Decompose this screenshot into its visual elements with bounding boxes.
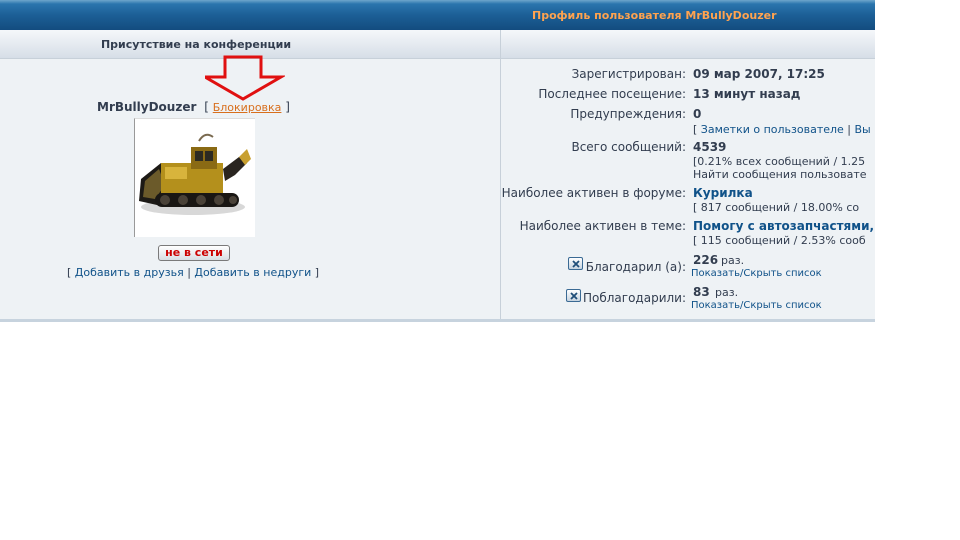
warnings-value: 0 — [693, 107, 702, 121]
right-subheader — [501, 30, 875, 59]
more-link[interactable]: Вы — [855, 123, 871, 136]
thanked-by-toggle-link[interactable]: Показать/Скрыть список — [691, 300, 822, 311]
warnings-label: Предупреждения: — [570, 107, 686, 121]
add-friend-link[interactable]: Добавить в друзья — [75, 266, 184, 279]
active-forum-detail: [ 817 сообщений / 18.00% со — [693, 201, 860, 214]
find-posts-link[interactable]: Найти сообщения пользовате — [693, 168, 867, 181]
active-topic-detail: [ 115 сообщений / 2.53% сооб — [693, 234, 866, 247]
bracket-close: ] — [314, 266, 320, 279]
presence-section-title: Присутствие на конференции — [100, 38, 292, 51]
total-posts-detail: [0.21% всех сообщений / 1.25 — [693, 155, 866, 168]
profile-title: Профиль пользователя MrBullyDouzer — [532, 9, 777, 22]
user-notes-link[interactable]: Заметки о пользователе — [701, 123, 844, 136]
thanked-by-unit: раз. — [715, 286, 739, 299]
bracket-close: ] — [285, 100, 290, 114]
thanked-count: 226 — [693, 253, 719, 267]
notes-line: [ Заметки о пользователе | Вы — [693, 123, 871, 136]
avatar — [134, 118, 255, 237]
thanked-toggle-link[interactable]: Показать/Скрыть список — [691, 268, 822, 279]
red-arrow-annotation — [205, 55, 285, 101]
profile-panel: Профиль пользователя MrBullyDouzer Прису… — [0, 0, 875, 322]
bulldozer-avatar-image — [139, 133, 251, 215]
registered-value: 09 мар 2007, 17:25 — [693, 67, 825, 81]
active-forum-link[interactable]: Курилка — [693, 186, 753, 200]
bracket-open: [ — [693, 123, 698, 136]
add-foe-link[interactable]: Добавить в недруги — [194, 266, 311, 279]
bracket-open: [ — [204, 100, 209, 114]
thanked-by-count: 83 — [693, 285, 710, 299]
close-x-icon — [570, 292, 578, 300]
column-divider — [500, 30, 501, 320]
username: MrBullyDouzer — [97, 100, 197, 114]
username-line: MrBullyDouzer [ Блокировка ] — [97, 100, 290, 114]
offline-status-button[interactable]: не в сети — [158, 245, 230, 261]
thanked-label: Благодарил (а): — [585, 260, 686, 274]
total-posts-value: 4539 — [693, 140, 727, 154]
last-visit-label: Последнее посещение: — [538, 87, 686, 101]
registered-label: Зарегистрирован: — [571, 67, 686, 81]
thanked-by-label: Поблагодарили: — [582, 291, 686, 305]
thanked-unit: раз. — [721, 254, 745, 267]
profile-header: Профиль пользователя MrBullyDouzer — [0, 0, 875, 30]
close-x-icon — [572, 260, 580, 268]
active-topic-label: Наиболее активен в теме: — [519, 219, 686, 233]
separator: | — [187, 266, 191, 279]
active-forum-label: Наиболее активен в форуме: — [501, 186, 686, 200]
friend-actions: [ Добавить в друзья | Добавить в недруги… — [67, 266, 319, 279]
separator: | — [847, 123, 852, 136]
thanked-by-icon[interactable] — [566, 289, 581, 302]
block-link[interactable]: Блокировка — [213, 101, 282, 114]
last-visit-value: 13 минут назад — [693, 87, 801, 101]
active-topic-link[interactable]: Помогу с автозапчастями, — [693, 219, 874, 233]
total-posts-label: Всего сообщений: — [571, 140, 686, 154]
bottom-border — [0, 319, 875, 322]
thanks-icon[interactable] — [568, 257, 583, 270]
bracket-open: [ — [67, 266, 72, 279]
